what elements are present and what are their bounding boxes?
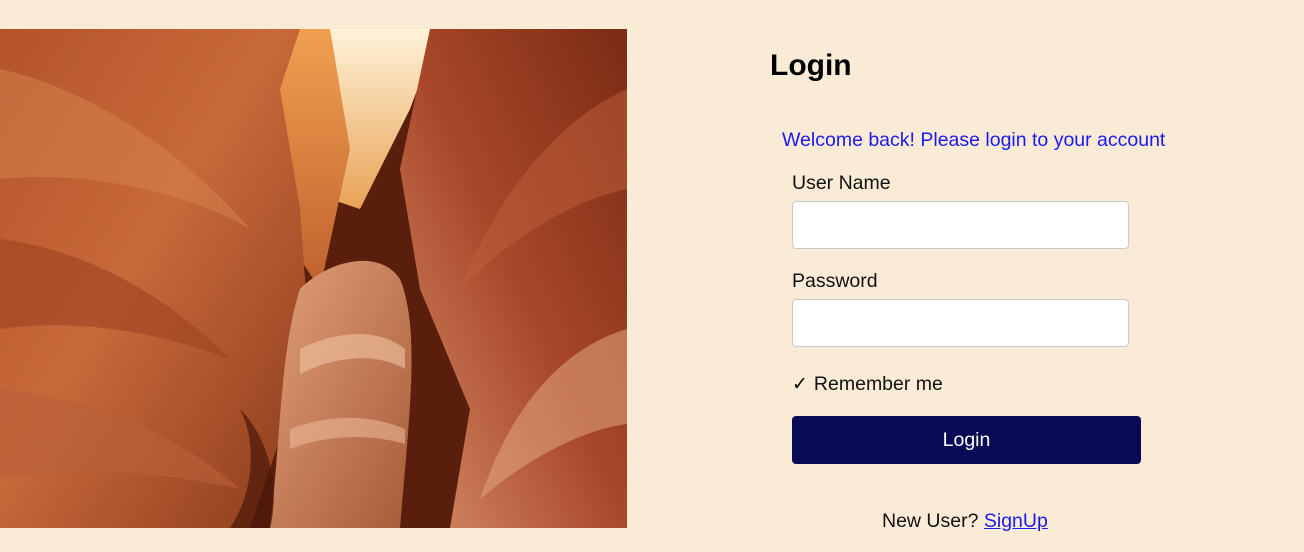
remember-me-label: Remember me [813, 373, 943, 395]
password-label: Password [792, 270, 878, 292]
page-title: Login [770, 49, 852, 82]
login-button[interactable]: Login [792, 416, 1141, 464]
canyon-photo [0, 29, 627, 528]
password-input[interactable] [792, 299, 1129, 347]
remember-me-checkbox[interactable]: ✓ Remember me [792, 372, 943, 396]
username-label: User Name [792, 172, 891, 194]
checkmark-icon: ✓ [792, 373, 808, 395]
welcome-message: Welcome back! Please login to your accou… [782, 129, 1166, 151]
signup-prompt: New User? [882, 510, 979, 532]
username-input[interactable] [792, 201, 1129, 249]
signup-row: New User? SignUp [882, 509, 1048, 533]
signup-link[interactable]: SignUp [984, 510, 1048, 532]
